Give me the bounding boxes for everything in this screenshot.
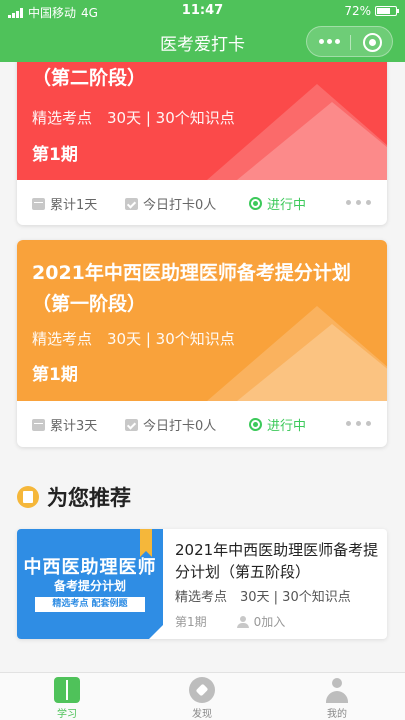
today-checkins: 今日打卡0人 <box>143 419 217 434</box>
plan-card-header: （第二阶段） 精选考点 30天 | 30个知识点 第1期 <box>17 62 387 180</box>
calendar-icon <box>32 418 45 431</box>
more-icon[interactable] <box>346 200 371 205</box>
plan-period: 第1期 <box>32 145 78 165</box>
status-dot-icon <box>249 197 262 210</box>
plan-meta: 精选考点 30天 | 30个知识点 <box>32 330 235 348</box>
tab-label: 学习 <box>57 709 77 720</box>
status-bar: 中国移动 4G 11:47 72% <box>0 0 405 22</box>
cover-tag: 精选考点 配套例题 <box>35 597 145 612</box>
book-icon <box>54 677 80 703</box>
checkin-icon <box>125 197 138 210</box>
accumulated-days: 累计3天 <box>50 419 98 434</box>
bookmark-badge-icon <box>17 486 39 508</box>
main-content[interactable]: （第二阶段） 精选考点 30天 | 30个知识点 第1期 累计1天 今日打卡0人… <box>0 62 405 672</box>
nav-bar: 医考爱打卡 <box>0 22 405 62</box>
plan-period: 第1期 <box>32 365 78 385</box>
tab-label: 发现 <box>192 709 212 720</box>
course-joined: 0加入 <box>253 615 286 629</box>
battery-icon <box>375 6 399 16</box>
calendar-icon <box>32 197 45 210</box>
plan-card-footer: 累计3天 今日打卡0人 进行中 <box>17 401 387 447</box>
more-icon[interactable] <box>346 421 371 426</box>
recommend-heading: 为您推荐 <box>17 482 131 512</box>
today-checkins: 今日打卡0人 <box>143 198 217 213</box>
battery-percent: 72% <box>344 4 371 18</box>
status-badge: 进行中 <box>267 198 307 213</box>
tab-study[interactable]: 学习 <box>27 677 107 720</box>
accumulated-days: 累计1天 <box>50 198 98 213</box>
tab-bar: 学习 发现 我的 <box>0 672 405 720</box>
status-badge: 进行中 <box>267 419 307 434</box>
course-meta: 精选考点 30天 | 30个知识点 <box>175 590 351 605</box>
plan-card[interactable]: （第二阶段） 精选考点 30天 | 30个知识点 第1期 累计1天 今日打卡0人… <box>17 62 387 225</box>
tab-discover[interactable]: 发现 <box>162 677 242 720</box>
status-dot-icon <box>249 418 262 431</box>
recommend-heading-text: 为您推荐 <box>47 486 131 510</box>
recommended-course-card[interactable]: 中西医助理医师 备考提分计划 精选考点 配套例题 2021年中西医助理医师备考提… <box>17 529 387 639</box>
checkin-icon <box>125 418 138 431</box>
tab-label: 我的 <box>327 709 347 720</box>
miniprogram-capsule <box>306 26 393 57</box>
more-options-icon[interactable] <box>319 39 340 44</box>
plan-meta: 精选考点 30天 | 30个知识点 <box>32 109 235 127</box>
cover-subtitle: 备考提分计划 <box>53 579 126 593</box>
close-miniprogram-icon[interactable] <box>363 33 382 52</box>
user-icon <box>324 677 350 703</box>
bookmark-icon <box>140 529 152 557</box>
plan-title: （第二阶段） <box>32 67 147 89</box>
plan-title: 2021年中西医助理医师备考提分计划（第一阶段） <box>32 262 351 315</box>
course-period: 第1期 <box>175 615 207 629</box>
plan-card-footer: 累计1天 今日打卡0人 进行中 <box>17 180 387 225</box>
user-icon <box>236 615 249 628</box>
plan-card[interactable]: 2021年中西医助理医师备考提分计划（第一阶段） 精选考点 30天 | 30个知… <box>17 240 387 447</box>
compass-icon <box>189 677 215 703</box>
plan-card-header: 2021年中西医助理医师备考提分计划（第一阶段） 精选考点 30天 | 30个知… <box>17 240 387 401</box>
course-name: 2021年中西医助理医师备考提分计划（第五阶段） <box>175 541 379 581</box>
tab-profile[interactable]: 我的 <box>297 677 377 720</box>
cover-title: 中西医助理医师 <box>23 557 157 578</box>
course-cover: 中西医助理医师 备考提分计划 精选考点 配套例题 <box>17 529 163 639</box>
